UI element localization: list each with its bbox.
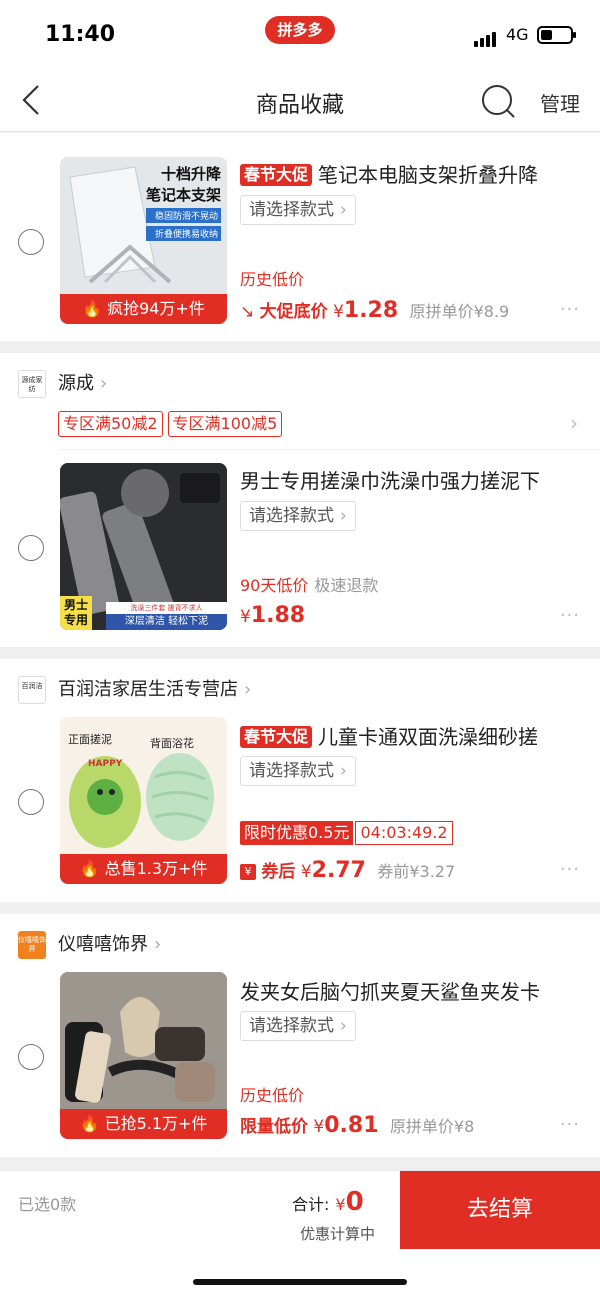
chevron-right-icon: › — [340, 1016, 347, 1036]
limited-time-timer: 限时优惠0.5元 04:03:49.2 — [240, 821, 453, 845]
total-price: 合计: ¥0 — [292, 1187, 364, 1217]
product-title[interactable]: 男士专用搓澡巾洗澡巾强力搓泥下 — [240, 465, 540, 494]
more-options-icon[interactable]: ··· — [560, 299, 580, 320]
home-indicator[interactable] — [193, 1279, 407, 1285]
chevron-right-icon: › — [340, 761, 347, 781]
store-name: 仪嘻嘻饰界 › — [58, 934, 162, 955]
select-variant-button[interactable]: 请选择款式 › — [240, 756, 356, 786]
price-row: ¥1.88 — [240, 603, 306, 628]
store-header[interactable]: 仪嘻嘻饰界 仪嘻嘻饰界 › — [0, 918, 600, 968]
favorite-item: 百润洁 百润洁家居生活专营店 › 正面搓泥 背面浴花 HAPPY 🔥 总售1.3万… — [0, 659, 600, 902]
store-name: 百润洁家居生活专营店 › — [58, 679, 252, 700]
favorite-item: 仪嘻嘻饰界 仪嘻嘻饰界 › 🔥 已抢5.1万+件 发夹女后脑勺抓夹夏天鲨鱼夹发卡 … — [0, 914, 600, 1157]
price-row: 限量低价 ¥0.81 原拼单价¥8 — [240, 1113, 475, 1138]
sales-strip: 🔥 疯抢94万+件 — [60, 294, 227, 324]
divider — [58, 449, 600, 450]
search-icon[interactable] — [480, 83, 516, 119]
price-note: 历史低价 — [240, 1086, 305, 1105]
signal-icon — [474, 28, 498, 47]
product-thumbnail[interactable]: 男士 专用 深层清洁 轻松下泥 洗澡三件套 搓背不求人 — [60, 463, 227, 630]
trend-down-icon: ↘ — [240, 302, 255, 322]
chevron-right-icon: › — [340, 506, 347, 526]
hair-clip-image — [60, 972, 227, 1109]
select-variant-button[interactable]: 请选择款式 › — [240, 1011, 356, 1041]
sales-strip: 🔥 总售1.3万+件 — [60, 854, 227, 884]
select-radio[interactable] — [18, 1044, 44, 1070]
price-note: 90天低价 极速退款 — [240, 576, 379, 595]
store-header[interactable]: 百润洁 百润洁家居生活专营店 › — [0, 663, 600, 713]
price-row: ¥ 券后 ¥2.77 券前¥3.27 — [240, 857, 455, 883]
store-logo: 百润洁 — [18, 676, 46, 704]
store-name: 源成 › — [58, 373, 108, 394]
store-header[interactable]: 源成家纺 源成 › — [0, 357, 600, 407]
checkout-button[interactable]: 去结算 — [400, 1171, 600, 1249]
select-radio[interactable] — [18, 535, 44, 561]
coupon-tag[interactable]: 专区满100减5 — [167, 411, 283, 437]
nav-header: 商品收藏 管理 — [0, 70, 600, 132]
battery-icon — [537, 26, 576, 44]
chevron-right-icon: › — [154, 934, 162, 955]
more-options-icon[interactable]: ··· — [560, 859, 580, 880]
product-thumbnail[interactable]: 正面搓泥 背面浴花 HAPPY 🔥 总售1.3万+件 — [60, 717, 227, 884]
discount-calc-note: 优惠计算中 — [300, 1225, 376, 1243]
more-options-icon[interactable]: ··· — [560, 1114, 580, 1135]
sales-strip: 🔥 已抢5.1万+件 — [60, 1109, 227, 1139]
store-logo: 仪嘻嘻饰界 — [18, 931, 46, 959]
favorites-page: 11:40 拼多多 4G 商品收藏 管理 十档升降 笔记本支架 稳固防滑不晃动 … — [0, 0, 600, 1297]
product-thumbnail[interactable]: 十档升降 笔记本支架 稳固防滑不晃动 折叠便携易收纳 🔥 疯抢94万+件 — [60, 157, 227, 324]
status-time: 11:40 — [45, 22, 116, 47]
price-row: ↘ 大促底价 ¥1.28 原拼单价¥8.9 — [240, 298, 510, 323]
chevron-right-icon: › — [244, 679, 252, 700]
select-variant-button[interactable]: 请选择款式 › — [240, 195, 356, 225]
select-radio[interactable] — [18, 229, 44, 255]
checkout-bar: 已选0款 合计: ¥0 优惠计算中 去结算 — [0, 1170, 600, 1297]
selected-count: 已选0款 — [18, 1195, 77, 1214]
status-bar: 11:40 拼多多 4G — [0, 0, 600, 70]
coupon-icon: ¥ — [240, 864, 256, 880]
store-logo: 源成家纺 — [18, 370, 46, 398]
chevron-right-icon: › — [340, 200, 347, 220]
promo-tag: 春节大促 — [240, 164, 313, 186]
favorite-item: 十档升降 笔记本支架 稳固防滑不晃动 折叠便携易收纳 🔥 疯抢94万+件 春节大… — [0, 133, 600, 341]
manage-button[interactable]: 管理 — [540, 88, 580, 117]
product-title[interactable]: 发夹女后脑勺抓夹夏天鲨鱼夹发卡 — [240, 976, 540, 1005]
price-note: 历史低价 — [240, 270, 305, 289]
product-title[interactable]: 春节大促 儿童卡通双面洗澡细砂搓 — [240, 721, 538, 750]
select-variant-button[interactable]: 请选择款式 › — [240, 501, 356, 531]
more-options-icon[interactable]: ··· — [560, 605, 580, 626]
product-title[interactable]: 春节大促 笔记本电脑支架折叠升降 — [240, 159, 538, 188]
coupon-tag[interactable]: 专区满50减2 — [58, 411, 163, 437]
promo-tag: 春节大促 — [240, 726, 313, 748]
network-label: 4G — [506, 25, 529, 44]
favorite-item: 源成家纺 源成 › 专区满50减2 专区满100减5 › 男士 专用 深层清洁 轻松… — [0, 353, 600, 647]
product-thumbnail[interactable]: 🔥 已抢5.1万+件 — [60, 972, 227, 1139]
brand-badge: 拼多多 — [265, 16, 335, 44]
coupon-list: 专区满50减2 专区满100减5 — [58, 411, 287, 437]
select-radio[interactable] — [18, 789, 44, 815]
chevron-right-icon: › — [100, 373, 108, 394]
chevron-right-icon[interactable]: › — [570, 411, 578, 435]
